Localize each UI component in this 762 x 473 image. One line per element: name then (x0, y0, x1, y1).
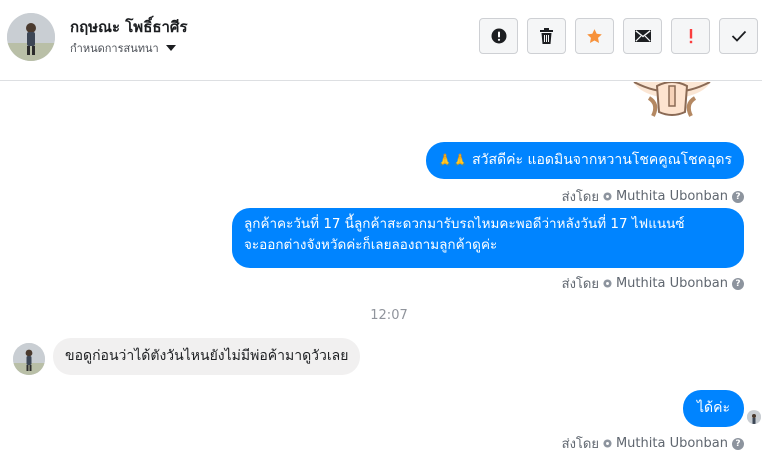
gear-icon (603, 279, 612, 288)
contact-avatar[interactable] (7, 13, 55, 61)
checkmark-icon (731, 30, 746, 42)
timestamp: 12:07 (370, 308, 408, 323)
caret-down-icon (165, 45, 176, 51)
sent-by-label: ส่งโดย (561, 437, 599, 452)
conversation-settings-label: กำหนดการสนทนา (70, 42, 159, 55)
contact-avatar-small[interactable] (13, 343, 45, 375)
sender-name[interactable]: Muthita Ubonban (616, 436, 728, 451)
message-text-line: ลูกค้าคะวันที่ 17 นี้ลูกค้าสะดวกมารับรถไ… (244, 216, 685, 232)
message-text: ได้ค่ะ (696, 400, 730, 416)
envelope-icon (634, 30, 651, 42)
message-text: ขอดูก่อนว่าได้ตังวันไหนยังไม่มีพ่อค้ามาด… (65, 348, 349, 364)
message-text: สวัสดีค่ะ แอดมินจากหวานโชคคูณโชคอุดร (472, 152, 732, 168)
sent-by-info: ส่งโดย Muthita Ubonban ? (562, 186, 744, 207)
help-icon[interactable]: ? (732, 277, 744, 290)
star-icon (587, 28, 602, 43)
sent-by-info: ส่งโดย Muthita Ubonban ? (562, 273, 744, 294)
outgoing-message[interactable]: ได้ค่ะ (682, 390, 744, 427)
mark-done-button[interactable] (719, 18, 758, 54)
mark-important-button[interactable] (671, 18, 710, 54)
star-button[interactable] (575, 18, 614, 54)
message-thread[interactable]: 🙏🙏 สวัสดีค่ะ แอดมินจากหวานโชคคูณโชคอุดร … (0, 82, 762, 473)
outgoing-message[interactable]: ลูกค้าคะวันที่ 17 นี้ลูกค้าสะดวกมารับรถไ… (232, 208, 744, 268)
conversation-settings-dropdown[interactable]: กำหนดการสนทนา (70, 39, 176, 57)
sent-by-info: ส่งโดย Muthita Ubonban ? (562, 433, 744, 454)
sticker-image (629, 82, 715, 120)
incoming-message[interactable]: ขอดูก่อนว่าได้ตังวันไหนยังไม่มีพ่อค้ามาด… (53, 338, 361, 375)
contact-name[interactable]: กฤษณะ โพธิ์ธาศีร (70, 15, 188, 39)
important-icon (689, 29, 692, 44)
conversation-header: กฤษณะ โพธิ์ธาศีร กำหนดการสนทนา (0, 0, 762, 81)
folded-hands-emoji: 🙏🙏 (437, 153, 468, 167)
mark-unread-button[interactable] (623, 18, 662, 54)
sender-name[interactable]: Muthita Ubonban (616, 189, 728, 204)
gear-icon (603, 192, 612, 201)
info-icon (491, 28, 506, 44)
sent-by-label: ส่งโดย (561, 190, 599, 205)
outgoing-message[interactable]: 🙏🙏 สวัสดีค่ะ แอดมินจากหวานโชคคูณโชคอุดร (425, 142, 744, 179)
help-icon[interactable]: ? (732, 437, 744, 450)
message-text-line: จะออกต่างจังหวัดค่ะก็เลยลองถามลูกค้าดูค่… (244, 236, 498, 253)
gear-icon (603, 439, 612, 448)
trash-icon (540, 28, 553, 44)
info-button[interactable] (479, 18, 518, 54)
sent-by-label: ส่งโดย (561, 277, 599, 292)
sender-name[interactable]: Muthita Ubonban (616, 276, 728, 291)
help-icon[interactable]: ? (732, 190, 744, 203)
delete-button[interactable] (527, 18, 566, 54)
seen-avatar (747, 410, 761, 424)
